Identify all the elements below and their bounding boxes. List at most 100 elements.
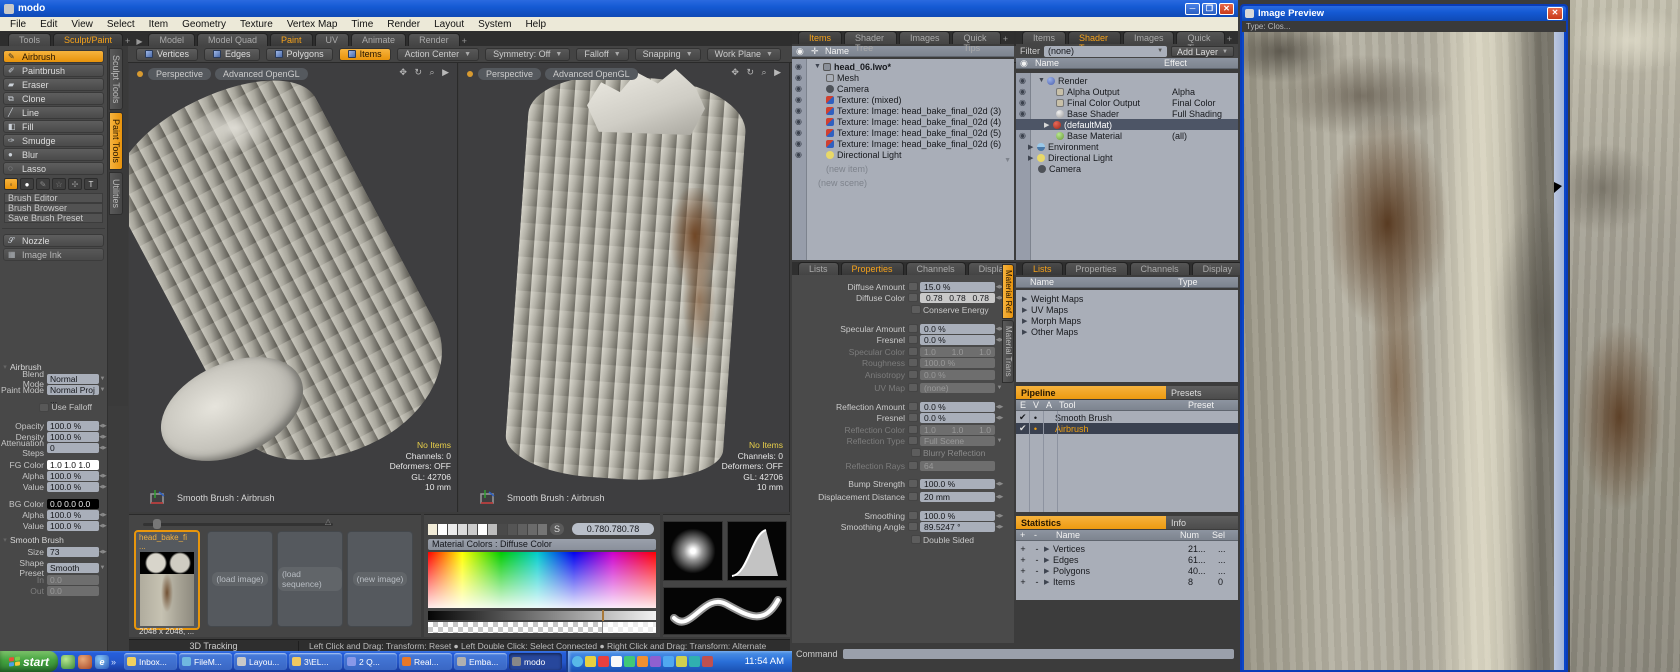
mini-slider-icon[interactable]: ◀▶ (99, 473, 106, 479)
tray-icon-1[interactable] (572, 656, 583, 667)
tool-image-ink[interactable]: ▦Image Ink (3, 248, 104, 261)
shader-row-alpha-output[interactable]: Alpha OutputAlpha (1016, 86, 1238, 97)
channel-toggle-icon[interactable] (908, 522, 918, 531)
channel-toggle-icon[interactable] (908, 511, 918, 520)
color-swatch-strip[interactable] (428, 524, 547, 535)
tray-icon-7[interactable] (650, 656, 661, 667)
quick-launch-ie-icon[interactable]: e (95, 655, 109, 669)
shader-row-directional-light[interactable]: ▶Directional Light (1016, 152, 1238, 163)
new-image-button[interactable]: (new image) (347, 531, 413, 627)
smoothing-angle-field[interactable]: 89.5247 ° (920, 522, 995, 532)
collapse-minus-icon[interactable]: - (1030, 577, 1044, 587)
preview-titlebar[interactable]: Image Preview ✕ (1242, 6, 1566, 21)
tab-channels[interactable]: Channels (1130, 262, 1190, 275)
shape-preset-select[interactable]: Smooth (47, 563, 99, 573)
quick-launch-icon-1[interactable] (61, 655, 75, 669)
list-row-morph-maps[interactable]: ▶Morph Maps (1016, 315, 1238, 326)
brush-stroke-preview[interactable] (663, 587, 787, 635)
menu-help[interactable]: Help (525, 19, 546, 30)
statistics-header[interactable]: Statistics (1016, 516, 1166, 529)
viewport-projection-button[interactable]: Perspective (148, 68, 211, 80)
tab-display[interactable]: Display (1192, 262, 1244, 275)
pan-icon[interactable]: ✥ (731, 67, 739, 77)
view-tab-render[interactable]: Render (408, 33, 460, 46)
procedural-tip-button[interactable]: ✎ (36, 178, 50, 190)
pipeline-header[interactable]: Pipeline (1016, 386, 1166, 399)
command-input[interactable] (843, 649, 1234, 659)
viewport-menu-arrow-icon[interactable]: ▶ (442, 67, 449, 77)
stat-row-items[interactable]: +-▶Items80 (1016, 576, 1238, 587)
tab-scroll-arrow-icon[interactable]: ▶ (136, 37, 142, 46)
shader-row-base-shader[interactable]: Base ShaderFull Shading (1016, 108, 1238, 119)
menu-file[interactable]: File (10, 19, 26, 30)
channel-toggle-icon[interactable] (908, 324, 918, 333)
fg-color-swatch[interactable]: 1.0 1.0 1.0 (47, 460, 99, 470)
menu-system[interactable]: System (478, 19, 511, 30)
task-quattro[interactable]: 2 Q... (344, 653, 397, 670)
mini-slider-icon[interactable]: ◀▶ (99, 512, 106, 518)
tray-icon-8[interactable] (663, 656, 674, 667)
menu-time[interactable]: Time (351, 19, 373, 30)
strip-scrollbar[interactable] (143, 523, 333, 526)
brush-falloff-curve[interactable] (727, 521, 787, 581)
brush-editor-button[interactable]: Brush Editor (4, 193, 103, 203)
visible-dot-icon[interactable]: • (1029, 424, 1042, 434)
task-embarcadero[interactable]: Emba... (454, 653, 507, 670)
mini-slider-icon[interactable]: ◀▶ (99, 523, 106, 529)
fg-alpha-field[interactable]: 100.0 % (47, 471, 99, 481)
shader-row-camera[interactable]: Camera (1016, 163, 1238, 174)
mini-slider-icon[interactable]: ◀▶ (995, 513, 1004, 519)
tree-row-new-scene[interactable]: (new scene) (792, 177, 1014, 188)
zoom-icon[interactable]: ⌕ (430, 67, 435, 77)
viewport-left[interactable]: Perspective Advanced OpenGL ✥ ↻ ⌕ ▶ No I… (129, 63, 458, 512)
enable-check-icon[interactable]: ✔ (1016, 423, 1029, 434)
viewport-projection-button[interactable]: Perspective (478, 68, 541, 80)
channel-toggle-icon[interactable] (908, 413, 918, 422)
tree-row-directional-light[interactable]: Directional Light (792, 149, 1014, 160)
stat-row-edges[interactable]: +-▶Edges61...... (1016, 554, 1238, 565)
channel-toggle-icon[interactable] (908, 479, 918, 488)
tray-icon-10[interactable] (689, 656, 700, 667)
bg-alpha-field[interactable]: 100.0 % (47, 510, 99, 520)
save-brush-preset-button[interactable]: Save Brush Preset (4, 213, 103, 223)
tab-items[interactable]: Items (798, 31, 842, 44)
pipeline-row-smooth-brush[interactable]: ✔•Smooth Brush (1016, 412, 1238, 423)
view-tab-paint[interactable]: Paint (270, 33, 313, 46)
menu-render[interactable]: Render (387, 19, 420, 30)
shader-row-base-material[interactable]: Base Material(all) (1016, 130, 1238, 141)
modo-titlebar[interactable]: modo ─ ❐ ✕ (0, 0, 1238, 17)
task-folder[interactable]: 3\EL... (289, 653, 342, 670)
filter-select[interactable]: (none)▼ (1044, 46, 1167, 57)
quick-launch-icon-2[interactable] (78, 655, 92, 669)
visible-dot-icon[interactable]: • (1029, 413, 1042, 423)
tab-add[interactable]: + (1003, 34, 1008, 44)
fg-value-field[interactable]: 100.0 % (47, 482, 99, 492)
image-preview-window[interactable]: Image Preview ✕ Type: Clos... (1240, 4, 1568, 672)
menu-texture[interactable]: Texture (240, 19, 273, 30)
task-realplayer[interactable]: Real... (399, 653, 452, 670)
falloff-dropdown[interactable]: Falloff▼ (576, 48, 628, 61)
load-image-button[interactable]: (load image) (207, 531, 273, 627)
menu-item[interactable]: Item (149, 19, 168, 30)
quick-launch-overflow-chevron[interactable]: » (111, 657, 116, 667)
tab-properties[interactable]: Properties (841, 262, 904, 275)
expand-plus-icon[interactable]: + (1016, 577, 1030, 587)
work-plane-dropdown[interactable]: Work Plane▼ (707, 48, 781, 61)
tab-images[interactable]: Images (1123, 31, 1175, 44)
task-modo[interactable]: modo (509, 653, 562, 670)
reflection-amount-field[interactable]: 0.0 % (920, 402, 995, 412)
menu-select[interactable]: Select (107, 19, 135, 30)
bg-value-field[interactable]: 100.0 % (47, 521, 99, 531)
tray-icon-2[interactable] (585, 656, 596, 667)
tool-lasso[interactable]: ◌Lasso (3, 162, 104, 175)
soft-tip-button[interactable]: ◦ (4, 178, 18, 190)
tab-add[interactable]: + (1227, 34, 1232, 44)
tab-quick-tips[interactable]: Quick Tips (1176, 31, 1224, 44)
task-inbox[interactable]: Inbox... (124, 653, 177, 670)
brush-browser-button[interactable]: Brush Browser (4, 203, 103, 213)
tool-blur[interactable]: ●Blur (3, 148, 104, 161)
text-tip-button[interactable]: T (84, 178, 98, 190)
tab-items[interactable]: Items (1022, 31, 1066, 44)
view-tab-add[interactable]: + (462, 36, 467, 46)
orbit-icon[interactable]: ↻ (414, 67, 422, 77)
